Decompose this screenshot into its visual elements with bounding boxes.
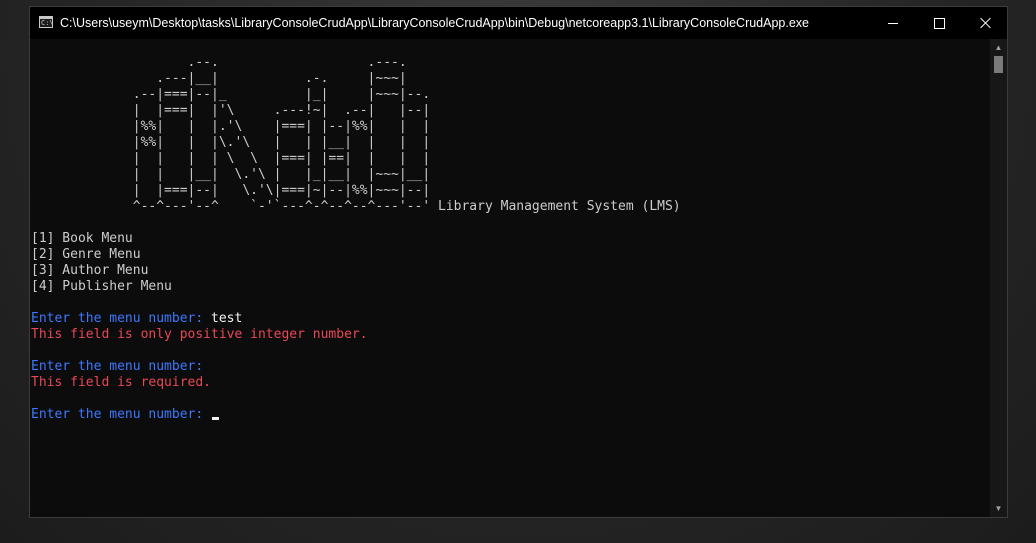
scroll-thumb[interactable]: [994, 56, 1003, 73]
banner-caption: Library Management System (LMS): [430, 199, 681, 214]
console-output[interactable]: .--. .---. .---|__| .-. |~~~| .--|===|--…: [30, 39, 990, 517]
app-icon-label: C:\: [41, 19, 54, 27]
maximize-button[interactable]: [916, 7, 962, 39]
scroll-down-icon[interactable]: ▼: [990, 500, 1007, 517]
close-button[interactable]: [962, 7, 1008, 39]
menu-prompt: Enter the menu number:: [31, 407, 212, 422]
close-icon: [979, 17, 991, 29]
window-title: C:\Users\useym\Desktop\tasks\LibraryCons…: [60, 16, 809, 30]
vertical-scrollbar[interactable]: ▲ ▼: [990, 39, 1007, 517]
minimize-icon: [888, 22, 898, 24]
banner-art-line: | | | | \ \ |===| |==| | | |: [31, 151, 431, 166]
banner-art-line: |%%| | |.'\ |===| |--|%%| | |: [31, 119, 431, 134]
menu-prompt: Enter the menu number:: [31, 311, 212, 326]
banner-art-line: |%%| | |\.'\ | | |__| | | |: [31, 135, 431, 150]
validation-error: This field is only positive integer numb…: [31, 327, 368, 342]
menu-prompt: Enter the menu number:: [31, 359, 212, 374]
minimize-button[interactable]: [870, 7, 916, 39]
banner-art-line: .---|__| .-. |~~~|: [31, 71, 407, 86]
banner-art-line: | |===|--| \.'\|===|~|--|%%|~~~|--|: [31, 183, 431, 198]
banner-art-line: .--. .---.: [31, 55, 407, 70]
menu-item-publisher: [4] Publisher Menu: [31, 279, 172, 294]
banner-art-line: | |===| |'\ .---!~| .--| |--|: [31, 103, 431, 118]
menu-item-author: [3] Author Menu: [31, 263, 149, 278]
console-app-icon[interactable]: C:\: [39, 16, 54, 28]
title-bar[interactable]: C:\ C:\Users\useym\Desktop\tasks\Library…: [30, 7, 1007, 39]
maximize-icon: [933, 17, 945, 29]
banner-art-line: ^--^---'--^ `-'`---^-^--^--^---'--': [31, 199, 431, 214]
text-cursor[interactable]: [212, 417, 220, 420]
validation-error: This field is required.: [31, 375, 212, 390]
console-text: .--. .---. .---|__| .-. |~~~| .--|===|--…: [31, 55, 681, 423]
user-input: test: [211, 311, 243, 326]
scroll-up-icon[interactable]: ▲: [990, 39, 1007, 56]
menu-item-genre: [2] Genre Menu: [31, 247, 141, 262]
banner-art-line: | | |__| \.'\ | |_|__| |~~~|__|: [31, 167, 431, 182]
console-window[interactable]: C:\ C:\Users\useym\Desktop\tasks\Library…: [29, 6, 1008, 518]
menu-item-book: [1] Book Menu: [31, 231, 133, 246]
banner-art-line: .--|===|--|_ |_| |~~~|--.: [31, 87, 431, 102]
